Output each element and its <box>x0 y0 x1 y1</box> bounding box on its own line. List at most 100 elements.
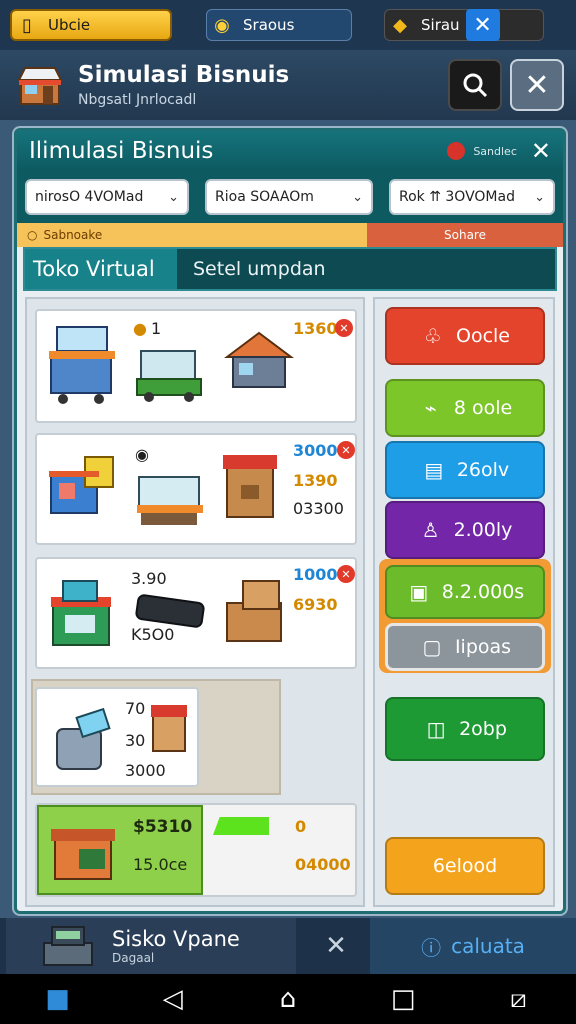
filter-row: nirosO 4VOMad ⌄ Rioa SOAAOm ⌄ Rok ⇈ 3OVO… <box>17 171 563 223</box>
action-button-3[interactable]: ▤ 26olv <box>385 441 545 499</box>
tab-right[interactable]: Sohare <box>367 223 563 247</box>
action-1-label: Oocle <box>456 325 510 347</box>
card-icon: ▯ <box>22 14 32 36</box>
store-row: Toko Virtual Setel umpdan <box>23 247 557 291</box>
energy-resource[interactable]: ◆ Sirau ✕ <box>384 9 544 41</box>
glass-stall-icon <box>137 476 203 525</box>
corner-store-icon <box>51 580 111 646</box>
store-update-field[interactable]: Setel umpdan <box>177 249 555 289</box>
card-2-value-a: 1390 <box>293 471 338 490</box>
item-card-5[interactable]: $5310 15.0ce 0 04000 <box>35 803 357 897</box>
calculate-label: caluata <box>451 934 525 958</box>
tab-right-label: Sohare <box>444 228 486 242</box>
card-1-count: 1 <box>151 319 162 338</box>
gold-label: Ubcie <box>48 16 91 34</box>
tab-strip: ○ Sabnoake Sohare <box>17 223 563 247</box>
card-2-price: 3000 <box>293 441 338 460</box>
close-icon[interactable]: ✕ <box>465 9 500 41</box>
gold-resource[interactable]: ▯ Ubcie <box>10 9 172 41</box>
action-6-label: Iipoas <box>454 636 512 658</box>
header-close-button[interactable]: ✕ <box>510 59 564 111</box>
shop-logo-icon <box>12 57 68 113</box>
back-icon[interactable]: ◁ <box>153 979 193 1019</box>
globe-icon: ◉ <box>214 14 230 36</box>
filter-dropdown-3[interactable]: Rok ⇈ 3OVOMad ⌄ <box>389 179 555 215</box>
action-button-4[interactable]: ♙ 2.00ly <box>385 501 545 559</box>
action-3-label: 26olv <box>456 459 510 481</box>
item-list: ● 1 1360 ✕ ◉ 3000 ✕ 1390 03300 3.90 K5O0… <box>25 297 365 907</box>
shield-icon: ◫ <box>426 717 446 741</box>
panel-title: Ilimulasi Bisnuis <box>29 138 214 164</box>
card-4-value-b: 30 <box>125 731 146 750</box>
alert-icon <box>447 142 466 160</box>
chevron-down-icon: ⌄ <box>352 189 363 205</box>
system-nav-bar: ■ ◁ ⌂ □ ⧄ <box>0 974 576 1024</box>
tools-button[interactable]: ✕ <box>302 918 370 974</box>
booth-icon <box>49 456 114 514</box>
page-subtitle: Nbgsatl Jnrlocadl <box>78 92 197 108</box>
search-button[interactable] <box>448 59 502 111</box>
card-3-value-b: 6930 <box>293 595 338 614</box>
filter-dropdown-1[interactable]: nirosO 4VOMad ⌄ <box>25 179 190 215</box>
action-button-8[interactable]: 6elood <box>385 837 545 895</box>
home-icon[interactable]: ⌂ <box>268 979 308 1019</box>
kiosk-icon <box>223 455 277 518</box>
bottom-bar: Sisko Vpane Dagaal ✕ ⓘ caluata <box>0 918 576 974</box>
action-column: ♧ Oocle ⌁ 8 oole ▤ 26olv ♙ 2.00ly ▣ 8.2.… <box>373 297 555 907</box>
chevron-down-icon: ⌄ <box>168 189 180 205</box>
app-header: Simulasi Bisnuis Nbgsatl Jnrlocadl ✕ <box>0 50 576 120</box>
energy-label: Sirau <box>421 16 460 34</box>
filter-dropdown-2[interactable]: Rioa SOAAOm ⌄ <box>205 179 373 215</box>
user-icon: ♙ <box>421 518 440 542</box>
recents-icon[interactable]: □ <box>383 979 423 1019</box>
circle-icon: ○ <box>27 228 38 242</box>
action-button-5[interactable]: ▣ 8.2.000s <box>385 565 545 619</box>
remove-icon[interactable]: ✕ <box>337 565 355 583</box>
chevron-down-icon: ⌄ <box>534 189 545 205</box>
action-button-6[interactable]: ▢ Iipoas <box>385 623 545 671</box>
shop-front-icon <box>51 829 115 880</box>
card-5-value-a: 0 <box>295 817 307 836</box>
card-4-value-a: 70 <box>125 699 146 718</box>
filter-2-label: Rioa SOAAOm <box>215 189 314 205</box>
item-card-4[interactable]: 70 30 3000 <box>35 687 199 787</box>
filter-3-label: Rok ⇈ 3OVOMad <box>399 189 515 205</box>
card-5-price: $5310 <box>133 817 193 837</box>
panel-flag-label: Sandlec <box>473 144 517 158</box>
item-card-2[interactable]: ◉ 3000 ✕ 1390 03300 <box>35 433 357 545</box>
gem-resource[interactable]: ◉ Sraous <box>206 9 352 41</box>
cash-register-tab[interactable]: Sisko Vpane Dagaal <box>6 918 296 974</box>
action-4-label: 2.00ly <box>453 519 513 541</box>
card-3-value-c: K5O0 <box>131 625 175 644</box>
box-icon: ▣ <box>409 580 429 604</box>
action-button-2[interactable]: ⌁ 8 oole <box>385 379 545 437</box>
item-card-1[interactable]: ● 1 1360 ✕ <box>35 309 357 423</box>
remove-icon[interactable]: ✕ <box>335 319 353 337</box>
card-4-value-c: 3000 <box>125 761 166 780</box>
action-2-label: 8 oole <box>453 397 513 419</box>
action-button-1[interactable]: ♧ Oocle <box>385 307 545 365</box>
panel-close-button[interactable]: ✕ <box>531 137 551 165</box>
calculate-button[interactable]: ⓘ caluata <box>370 918 576 974</box>
close-icon: ✕ <box>524 67 550 103</box>
panel-flag[interactable]: Sandlec <box>447 142 517 160</box>
item-card-3[interactable]: 3.90 K5O0 1000 ✕ 6930 <box>35 557 357 669</box>
chart-icon: ⌁ <box>424 396 437 420</box>
action-button-7[interactable]: ◫ 2obp <box>385 697 545 761</box>
card-1-price: 1360 <box>293 319 338 338</box>
top-status-strip: ▯ Ubcie ◉ Sraous ◆ Sirau ✕ <box>0 0 576 50</box>
bottom-subtitle: Dagaal <box>112 951 155 965</box>
store-name: Toko Virtual <box>25 249 177 289</box>
card-2-value-b: 03300 <box>293 499 344 518</box>
remove-icon[interactable]: ✕ <box>337 441 355 459</box>
app-cube-icon[interactable]: ■ <box>38 979 78 1019</box>
business-panel: Ilimulasi Bisnuis Sandlec ✕ nirosO 4VOMa… <box>14 128 566 914</box>
action-7-label: 2obp <box>459 718 507 740</box>
screenshot-icon[interactable]: ⧄ <box>498 979 538 1019</box>
gems-label: Sraous <box>243 16 295 34</box>
tab-left-label: Sabnoake <box>43 228 103 242</box>
action-5-label: 8.2.000s <box>441 581 525 603</box>
document-icon: ▤ <box>424 458 444 482</box>
crate-box-icon <box>226 580 282 642</box>
tab-left[interactable]: ○ Sabnoake <box>17 223 367 247</box>
